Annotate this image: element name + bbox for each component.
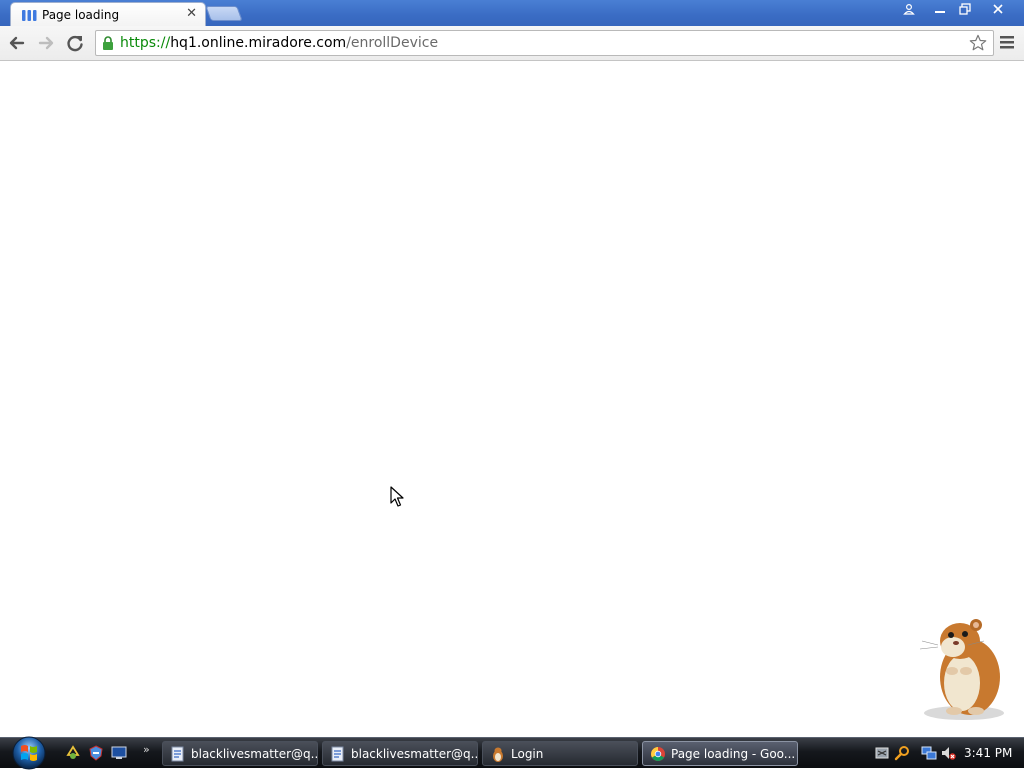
close-icon: [993, 4, 1003, 14]
taskbar-item-login[interactable]: Login: [482, 741, 638, 766]
minimize-icon: [935, 11, 945, 13]
taskbar-item-page-loading-chrome[interactable]: Page loading - Goo...: [642, 741, 798, 766]
page-content: [0, 62, 1024, 737]
hamster-icon: [493, 747, 503, 762]
menu-icon[interactable]: [999, 34, 1015, 50]
chrome-icon: [651, 747, 665, 761]
taskbar-item-label: Login: [511, 747, 544, 761]
url-scheme: https://: [120, 35, 171, 51]
person-icon: [903, 3, 915, 15]
browser-toolbar: https://hq1.online.miradore.com/enrollDe…: [0, 26, 1024, 61]
quick-launch-desktop-icon[interactable]: [111, 745, 127, 761]
url-host: hq1.online.miradore.com: [170, 35, 347, 51]
tab-page-loading[interactable]: Page loading ✕: [10, 2, 206, 26]
tray-network-tools-icon[interactable]: [874, 745, 890, 761]
restore-icon: [959, 3, 971, 15]
address-bar[interactable]: https://hq1.online.miradore.com/enrollDe…: [95, 30, 994, 56]
new-tab-button[interactable]: [205, 6, 243, 21]
taskbar-item-label: blacklivesmatter@q...: [191, 747, 318, 761]
tab-close-icon[interactable]: ✕: [186, 6, 197, 22]
url-path: /enrollDevice: [346, 35, 439, 51]
lock-icon: [103, 36, 113, 50]
quick-launch-more-icon[interactable]: »: [143, 743, 150, 756]
quick-launch-recycle-icon[interactable]: [65, 745, 81, 761]
windows-start-orb[interactable]: [8, 735, 50, 771]
taskbar-item-label: blacklivesmatter@q...: [351, 747, 478, 761]
quick-launch-shield-icon[interactable]: [88, 745, 104, 761]
title-bar: Page loading ✕: [0, 0, 1024, 26]
mouse-cursor-icon: [390, 486, 404, 507]
profile-button[interactable]: [896, 0, 922, 18]
url-text[interactable]: https://hq1.online.miradore.com/enrollDe…: [120, 35, 438, 51]
clock[interactable]: 3:41 PM: [964, 746, 1012, 760]
close-window-button[interactable]: [978, 0, 1018, 18]
tray-network-icon[interactable]: [921, 745, 937, 761]
tab-title: Page loading: [42, 8, 120, 22]
tray-search-icon[interactable]: [894, 745, 910, 761]
back-arrow-icon[interactable]: [6, 32, 28, 54]
taskbar-item-label: Page loading - Goo...: [671, 747, 796, 761]
loading-bars-icon: [22, 10, 37, 21]
taskbar: » blacklivesmatter@q... blacklivesmatter…: [0, 735, 1024, 771]
taskbar-item-blacklivesmatter-2[interactable]: blacklivesmatter@q...: [322, 741, 478, 766]
system-tray: 3:41 PM: [866, 740, 1024, 767]
document-icon: [171, 746, 184, 762]
document-icon: [331, 746, 344, 762]
hamster-mascot-icon: [919, 619, 1004, 720]
minimize-button[interactable]: [927, 0, 953, 18]
forward-arrow-icon[interactable]: [35, 32, 57, 54]
reload-icon[interactable]: [64, 32, 86, 54]
star-icon[interactable]: [969, 34, 987, 52]
taskbar-item-blacklivesmatter-1[interactable]: blacklivesmatter@q...: [162, 741, 318, 766]
tray-volume-muted-icon[interactable]: [940, 745, 956, 761]
restore-button[interactable]: [952, 0, 978, 18]
